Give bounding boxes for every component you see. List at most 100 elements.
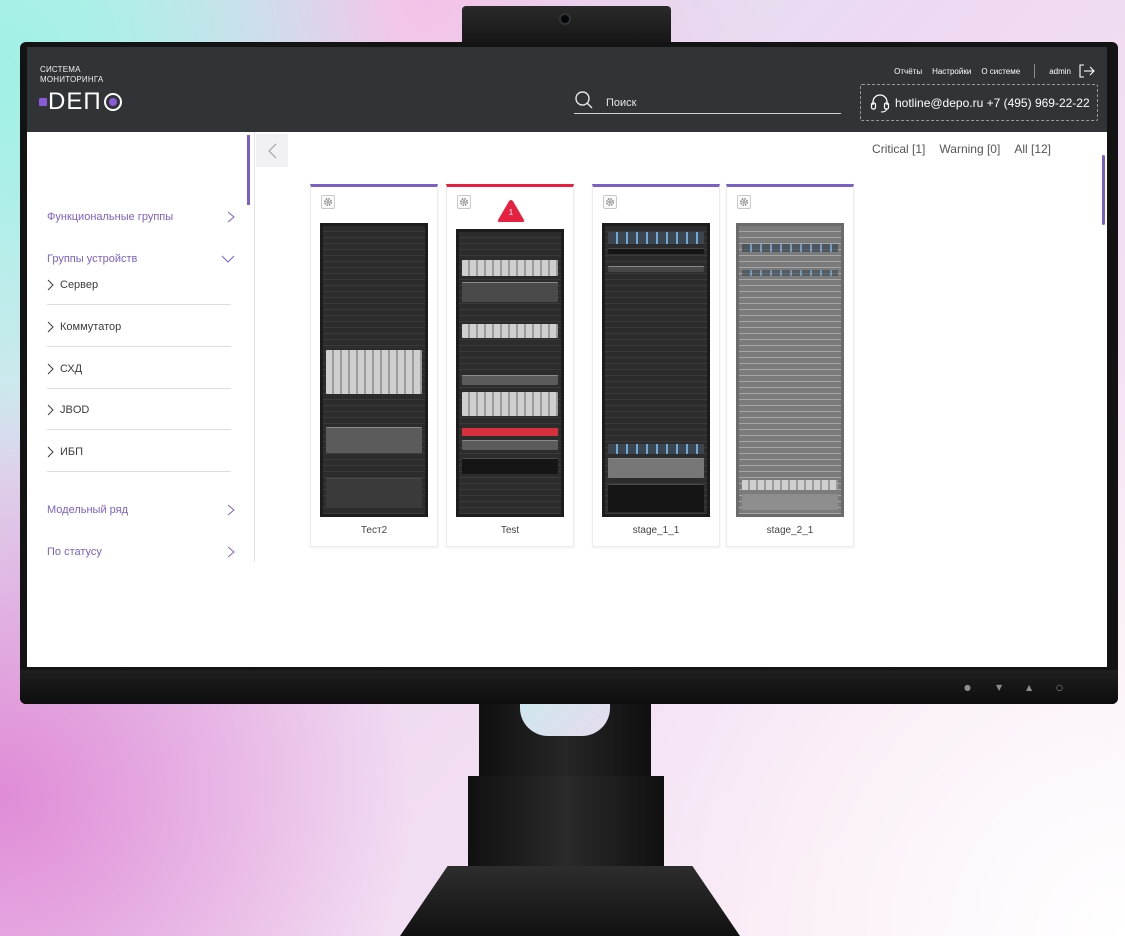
rack-unit-server[interactable] [326,350,422,394]
rack-card[interactable]: stage_1_1 [592,184,720,547]
sidebar-item-storage[interactable]: СХД [47,349,231,389]
logout-icon[interactable] [1079,64,1095,78]
gear-icon[interactable] [457,195,471,209]
sidebar-group-label: Модельный ряд [47,504,129,516]
search-input[interactable] [606,94,836,112]
rack-card-critical[interactable]: 1 Test [446,184,574,547]
stand-cable-hole [520,704,610,736]
gear-icon[interactable] [737,195,751,209]
alert-count: 1 [508,208,514,217]
rack-unit-switch[interactable] [608,444,704,454]
rack-unit-blank[interactable] [462,282,558,302]
top-bar: СИСТЕМА МОНИТОРИНГА DEП Отчёты Настройки… [27,47,1107,132]
rack-visual[interactable] [602,223,710,517]
filter-critical[interactable]: Critical [1] [872,142,925,156]
sidebar-item-label: Сервер [60,278,99,291]
sidebar-item-switch[interactable]: Коммутатор [47,307,231,347]
sidebar-item-label: ИБП [60,445,84,458]
rack-unit-chassis[interactable] [326,478,422,508]
monitor-up-button[interactable]: ▲ [1026,683,1032,692]
hotline-text: hotline@depo.ru +7 (495) 969-22-22 [895,95,1090,110]
logo-caption-line1: СИСТЕМА [40,65,81,74]
rack-unit-server[interactable] [462,324,558,338]
rack-card[interactable]: Тест2 [310,184,438,547]
logo-caption-line2: МОНИТОРИНГА [40,75,104,84]
hotline-box[interactable]: hotline@depo.ru +7 (495) 969-22-22 [860,84,1098,121]
rack-unit-switch[interactable] [462,440,558,450]
rack-visual[interactable] [456,229,564,517]
sidebar-item-label: СХД [60,362,83,375]
rack-unit-switch[interactable] [742,244,838,252]
headset-icon [870,93,890,113]
rack-name: stage_2_1 [766,525,814,536]
nav-reports[interactable]: Отчёты [894,67,922,76]
sidebar-group-label: По статусу [47,546,102,558]
rack-unit-critical[interactable] [462,428,558,436]
rack-unit-patch-panel[interactable] [608,248,704,254]
chevron-right-icon [47,321,54,333]
main-scrollbar[interactable] [1102,155,1105,225]
sidebar-item-server[interactable]: Сервер [47,265,231,305]
sidebar: Функциональные группы Группы устройств С… [27,132,255,562]
sidebar-item-ups[interactable]: ИБП [47,432,231,472]
rack-unit-server[interactable] [462,392,558,416]
rack-unit-server[interactable] [742,480,838,490]
rack-unit-storage[interactable] [326,427,422,453]
logo-caption: СИСТЕМА МОНИТОРИНГА [40,65,103,85]
chevron-right-icon [227,504,235,516]
rack-unit-storage[interactable] [608,484,704,512]
rack-unit-ups[interactable] [462,458,558,474]
rack-unit-server[interactable] [608,458,704,478]
sidebar-item-label: Коммутатор [60,320,122,333]
chevron-right-icon [47,363,54,375]
sidebar-group-label: Группы устройств [47,253,138,265]
filter-warning[interactable]: Warning [0] [939,142,1000,156]
user-name[interactable]: admin [1049,67,1071,76]
gear-icon[interactable] [603,195,617,209]
rack-unit-switch[interactable] [742,270,838,276]
logo-o-icon [103,93,122,111]
chevron-right-icon [227,546,235,558]
filter-all[interactable]: All [12] [1014,142,1051,156]
webcam-lens [561,15,569,23]
nav-about[interactable]: О системе [981,67,1020,76]
rack-name: Тест2 [360,525,388,536]
rack-visual[interactable] [736,223,844,517]
sidebar-collapse-button[interactable] [256,134,288,167]
rack-name: stage_1_1 [632,525,680,536]
sidebar-item-jbod[interactable]: JBOD [47,390,231,430]
rack-unit-switch[interactable] [462,375,558,385]
rack-card[interactable]: stage_2_1 [726,184,854,547]
depo-logo[interactable]: DEП [39,88,122,115]
nav-settings[interactable]: Настройки [932,67,971,76]
rack-unit-storage[interactable] [742,494,838,510]
search-bar [574,90,841,114]
alert-badge[interactable]: 1 [497,199,525,223]
sidebar-scroll-indicator[interactable] [247,135,250,205]
chevron-down-icon [221,255,235,263]
sidebar-group-label: Функциональные группы [47,211,174,223]
chevron-right-icon [227,211,235,223]
chevron-right-icon [47,404,54,416]
rack-visual[interactable] [320,223,428,517]
rack-name: Test [500,525,520,536]
sidebar-group-model-range[interactable]: Модельный ряд [47,495,235,525]
logo-square-icon [39,98,47,106]
monitor-chin: ● ▼ ▲ ○ [20,670,1118,704]
monitor-menu-button[interactable]: ● [964,683,971,692]
gear-icon[interactable] [321,195,335,209]
search-icon[interactable] [574,90,594,110]
chevron-right-icon [47,279,54,291]
app-screen: СИСТЕМА МОНИТОРИНГА DEП Отчёты Настройки… [27,47,1107,667]
monitor-power-button[interactable]: ○ [1056,683,1063,692]
monitor-down-button[interactable]: ▼ [996,683,1002,692]
stand-column [468,776,664,870]
rack-unit-switch[interactable] [608,232,704,244]
sidebar-group-by-status[interactable]: По статусу [47,537,235,567]
rack-unit-blank[interactable] [608,266,704,272]
status-filters: Critical [1] Warning [0] All [12] [858,142,1051,156]
sidebar-item-label: JBOD [60,403,90,416]
top-navigation: Отчёты Настройки О системе admin [884,64,1095,78]
sidebar-group-functional[interactable]: Функциональные группы [47,202,235,232]
rack-unit-server[interactable] [462,260,558,276]
